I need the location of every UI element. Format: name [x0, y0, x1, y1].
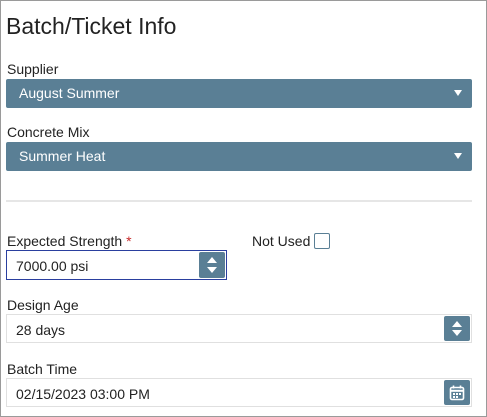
spin-down-icon[interactable] [207, 267, 217, 273]
design-age-value: 28 days [16, 322, 66, 338]
spin-down-icon[interactable] [452, 330, 462, 336]
supplier-select[interactable]: August Summer [6, 79, 472, 108]
not-used-label: Not Used [252, 233, 311, 249]
expected-strength-label-text: Expected Strength [7, 233, 123, 249]
design-age-spinner[interactable] [444, 316, 470, 341]
caret-down-icon [454, 153, 462, 159]
expected-strength-input[interactable]: 7000.00 psi [6, 250, 227, 280]
spin-up-icon[interactable] [452, 321, 462, 327]
concrete-mix-value: Summer Heat [19, 148, 106, 164]
concrete-mix-label: Concrete Mix [7, 124, 90, 140]
design-age-label: Design Age [7, 297, 79, 313]
design-age-input[interactable]: 28 days [6, 314, 472, 343]
page-title: Batch/Ticket Info [6, 13, 177, 39]
calendar-button[interactable] [444, 380, 470, 405]
not-used-checkbox[interactable] [314, 233, 330, 249]
batch-time-label: Batch Time [7, 361, 78, 377]
supplier-value: August Summer [19, 85, 120, 101]
caret-down-icon [454, 90, 462, 96]
spin-up-icon[interactable] [207, 257, 217, 263]
expected-strength-value: 7000.00 psi [16, 258, 89, 274]
batch-ticket-panel: Batch/Ticket Info Supplier August Summer… [0, 0, 487, 417]
expected-strength-label: Expected Strength * [7, 233, 132, 249]
supplier-label: Supplier [7, 61, 59, 77]
concrete-mix-select[interactable]: Summer Heat [6, 142, 472, 171]
batch-time-value: 02/15/2023 03:00 PM [16, 386, 150, 402]
batch-time-input[interactable]: 02/15/2023 03:00 PM [6, 378, 472, 407]
required-marker: * [126, 233, 132, 249]
calendar-icon [449, 385, 465, 401]
expected-strength-spinner[interactable] [199, 252, 225, 278]
section-divider [6, 200, 472, 202]
